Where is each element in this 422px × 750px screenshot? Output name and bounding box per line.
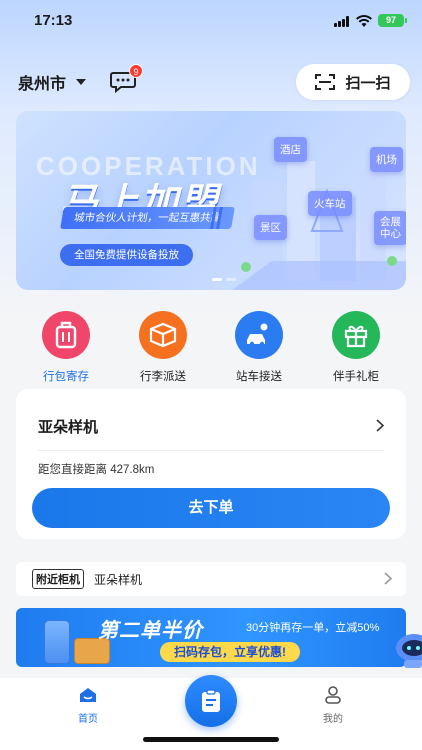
user-icon (325, 686, 341, 704)
banner-tag-airport: 机场 (370, 147, 403, 172)
chevron-right-icon[interactable] (376, 419, 384, 432)
orders-center-button[interactable] (185, 675, 237, 727)
city-name: 泉州市 (18, 76, 67, 93)
quick-station-transfer[interactable]: 站车接送 (229, 311, 289, 384)
home-icon (80, 688, 96, 702)
battery-indicator: 97 (378, 14, 407, 27)
place-order-button[interactable]: 去下单 (32, 488, 390, 528)
quick-label: 站车接送 (236, 371, 282, 383)
carousel-dots (212, 278, 236, 281)
promo-title: 第二单半价 (98, 620, 203, 642)
locker-name[interactable]: 亚朵样机 (38, 416, 98, 437)
gift-icon (332, 311, 380, 359)
chevron-right-icon (384, 572, 392, 585)
scan-label: 扫一扫 (345, 74, 391, 92)
banner-pill: 全国免费提供设备投放 (60, 244, 193, 266)
tab-me[interactable]: 我的 (303, 686, 363, 725)
tab-me-label: 我的 (323, 714, 343, 725)
city-illustration: 酒店 机场 火车站 景区 会展 中心 (232, 111, 406, 290)
nearby-tag: 附近柜机 (32, 569, 84, 589)
ribbon-bars (210, 207, 224, 229)
clipboard-icon (202, 689, 220, 712)
delivery-box-icon (139, 311, 187, 359)
quick-label: 行李派送 (140, 371, 186, 383)
distance-text: 距您直接距离 427.8km (38, 464, 155, 476)
car-icon (235, 311, 283, 359)
banner-tag-expo: 会展 中心 (374, 211, 406, 245)
banner-tag-scenic: 景区 (254, 215, 287, 240)
quick-label: 行包寄存 (43, 371, 89, 383)
nearby-lockers-row[interactable]: 附近柜机 亚朵样机 (16, 562, 406, 596)
nearby-text: 亚朵样机 (94, 572, 143, 587)
status-time: 17:13 (34, 12, 73, 29)
tab-home-label: 首页 (78, 714, 98, 725)
message-badge: 9 (129, 64, 143, 78)
city-selector[interactable]: 泉州市 (18, 70, 87, 94)
divider (38, 450, 384, 451)
caret-down-icon (76, 79, 87, 85)
assistant-robot-icon[interactable] (392, 628, 422, 668)
suitcase-illustration (44, 620, 70, 664)
scan-icon (315, 74, 336, 90)
banner-tag-hotel: 酒店 (274, 137, 307, 162)
discount-banner[interactable]: 第二单半价 30分钟再存一单，立减50% 扫码存包，立享优惠! (16, 608, 406, 667)
tab-home[interactable]: 首页 (58, 686, 118, 725)
banner-tag-station: 火车站 (308, 191, 352, 216)
quick-luggage-delivery[interactable]: 行李派送 (133, 311, 193, 384)
quick-gift-locker[interactable]: 伴手礼柜 (326, 311, 386, 384)
luggage-icon (42, 311, 90, 359)
scan-button[interactable]: 扫一扫 (296, 64, 410, 100)
quick-label: 伴手礼柜 (333, 371, 379, 383)
signal-icon (334, 16, 351, 27)
quick-luggage-storage[interactable]: 行包寄存 (36, 311, 96, 384)
promo-banner[interactable]: COOPERATION 马上加盟 城市合伙人计划，一起互惠共赢 全国免费提供设备… (16, 111, 406, 290)
promo-note: 30分钟再存一单，立减50% (246, 622, 380, 634)
promo-pill: 扫码存包，立享优惠! (160, 642, 300, 662)
banner-ribbon: 城市合伙人计划，一起互惠共赢 (60, 207, 235, 229)
status-bar: 17:13 97 (0, 0, 422, 44)
locker-card: 亚朵样机 距您直接距离 427.8km 去下单 (16, 389, 406, 539)
home-indicator (143, 737, 279, 742)
wifi-icon (356, 15, 372, 27)
